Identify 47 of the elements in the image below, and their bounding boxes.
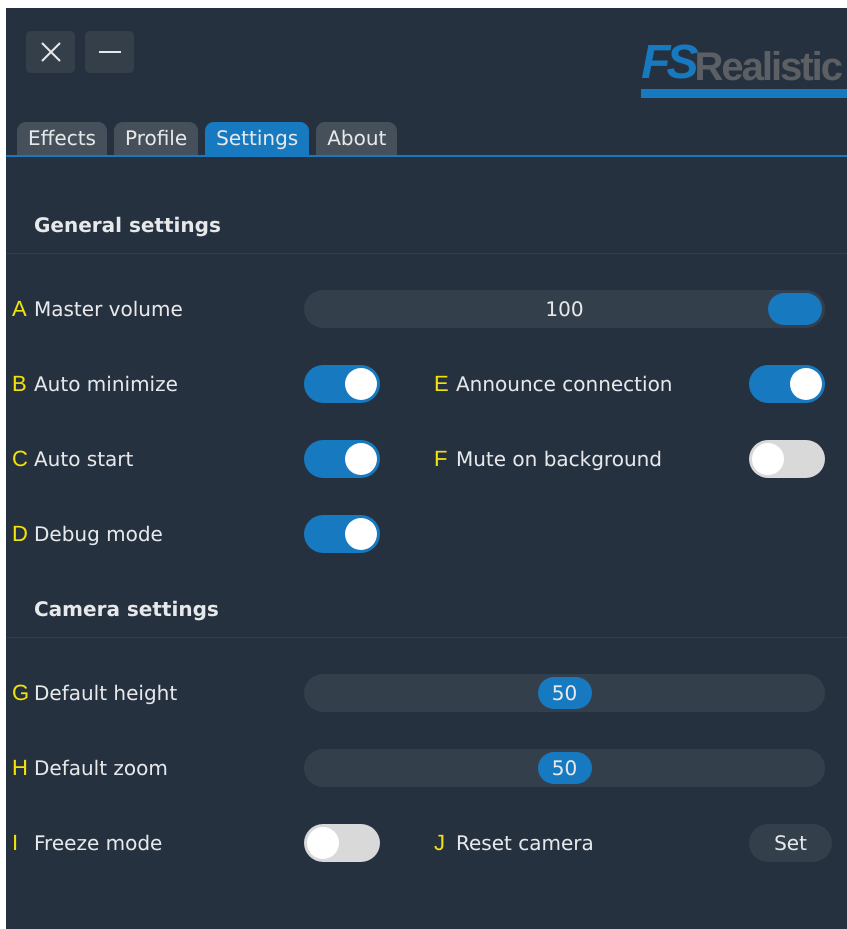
slider-value: 50 [552,681,578,705]
set-button[interactable]: Set [749,824,832,862]
setting-label: Auto minimize [34,372,178,396]
tab[interactable]: Profile [114,122,198,155]
slider-thumb[interactable] [538,677,592,709]
marker-letter: J [434,830,446,856]
slider[interactable]: 100 [304,290,825,328]
slider-thumb[interactable] [538,752,592,784]
tab[interactable]: Settings [205,122,310,155]
slider-value: 100 [545,297,584,321]
toggle-switch[interactable] [304,440,380,478]
toggle-switch[interactable] [749,440,825,478]
section-title: Camera settings [34,597,219,621]
setting-label: Reset camera [456,831,594,855]
close-icon [40,41,62,63]
marker-letter: B [12,371,28,397]
setting-label: Master volume [34,297,183,321]
logo: FSRealistic [641,39,847,98]
slider-value: 50 [552,756,578,780]
setting-label: Announce connection [456,372,672,396]
setting-label: Default zoom [34,756,168,780]
marker-letter: C [12,446,29,472]
section-title: General settings [34,213,221,237]
minimize-icon [98,51,120,53]
marker-letter: F [434,446,448,472]
toggle-switch[interactable] [304,824,380,862]
toggle-switch[interactable] [304,515,380,553]
setting-label: Freeze mode [34,831,162,855]
marker-letter: A [12,296,28,322]
marker-letter: D [12,521,29,547]
marker-letter: E [434,371,450,397]
setting-label: Mute on background [456,447,662,471]
slider[interactable]: 50 [304,674,825,712]
slider-thumb[interactable] [768,293,822,325]
marker-letter: G [12,680,30,706]
setting-label: Debug mode [34,522,163,546]
marker-letter: I [12,830,20,856]
setting-label: Default height [34,681,178,705]
slider[interactable]: 50 [304,749,825,787]
marker-letter: H [12,755,29,781]
minimize-button[interactable] [85,31,134,73]
close-button[interactable] [26,31,75,73]
toggle-switch[interactable] [304,365,380,403]
tab[interactable]: Effects [17,122,107,155]
toggle-switch[interactable] [749,365,825,403]
tab[interactable]: About [316,122,398,155]
setting-label: Auto start [34,447,134,471]
